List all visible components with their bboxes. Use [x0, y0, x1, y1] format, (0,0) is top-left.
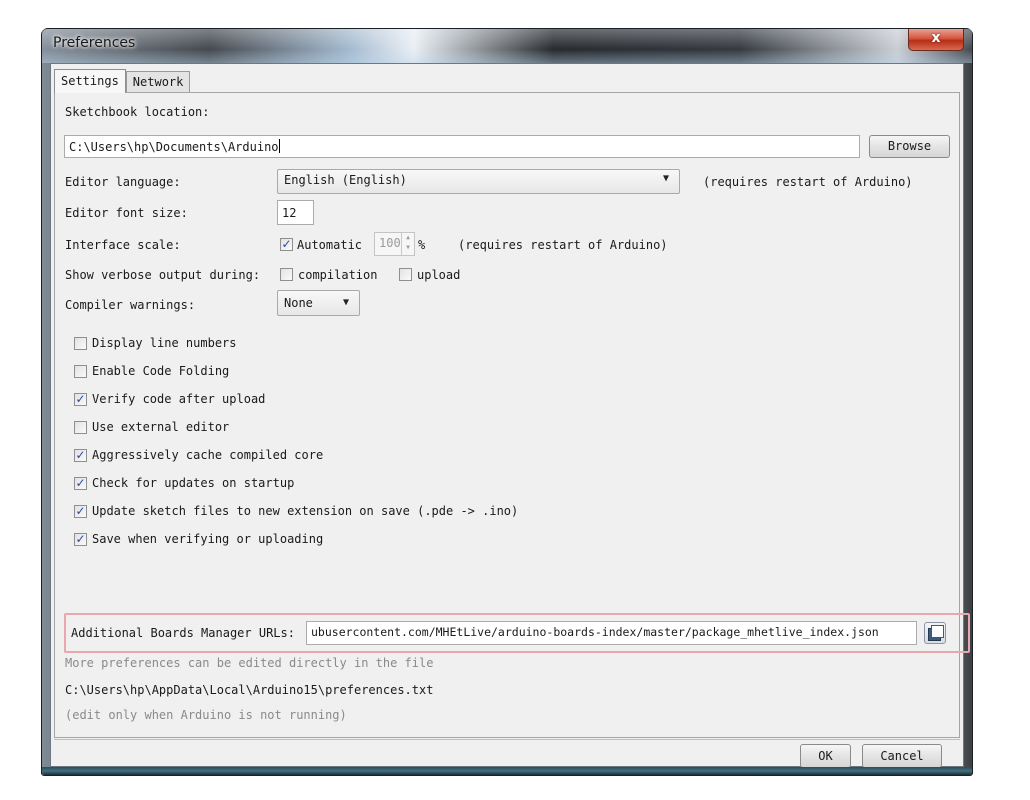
option-label: Check for updates on startup: [92, 476, 295, 490]
browse-button[interactable]: Browse: [869, 135, 950, 158]
interface-scale-label: Interface scale:: [65, 238, 181, 252]
option-label: Verify code after upload: [92, 392, 266, 406]
text-caret: [278, 139, 280, 153]
interface-scale-note: (requires restart of Arduino): [458, 238, 668, 252]
boards-manager-urls-input[interactable]: ubusercontent.com/MHEtLive/arduino-board…: [306, 621, 917, 645]
preferences-file-path: C:\Users\hp\AppData\Local\Arduino15\pref…: [65, 683, 434, 697]
verbose-compilation-label: compilation: [298, 268, 378, 282]
verbose-upload-label: upload: [417, 268, 461, 282]
option-label: Update sketch files to new extension on …: [92, 504, 519, 518]
interface-scale-automatic-label: Automatic: [297, 238, 363, 252]
close-icon: x: [931, 30, 941, 46]
compiler-warnings-select[interactable]: None ▼: [277, 290, 360, 316]
chevron-down-icon: ▼: [662, 173, 669, 184]
verbose-upload-checkbox[interactable]: [399, 268, 412, 281]
tab-bar: Settings Network: [54, 69, 191, 93]
separator: [54, 739, 960, 740]
option-checkbox[interactable]: [74, 337, 87, 350]
interface-scale-spinner[interactable]: 100 ▲ ▼: [374, 232, 415, 256]
option-label: Display line numbers: [92, 336, 237, 350]
window-title: Preferences: [53, 35, 136, 51]
option-checkbox[interactable]: [74, 393, 87, 406]
cancel-button[interactable]: Cancel: [862, 744, 942, 768]
interface-scale-unit: %: [418, 238, 426, 252]
editor-language-select[interactable]: English (English) ▼: [277, 169, 680, 194]
interface-scale-automatic-checkbox[interactable]: [280, 238, 293, 251]
tab-settings[interactable]: Settings: [54, 69, 126, 93]
compiler-warnings-value: None: [284, 296, 313, 310]
sketchbook-location-input[interactable]: C:\Users\hp\Documents\Arduino: [64, 135, 860, 158]
editor-language-value: English (English): [284, 173, 407, 187]
editor-font-size-label: Editor font size:: [65, 206, 188, 220]
spinner-arrows-icon[interactable]: ▲ ▼: [401, 233, 414, 255]
preferences-window: Preferences x Settings Network Sketchboo…: [41, 28, 973, 776]
sketchbook-location-value: C:\Users\hp\Documents\Arduino: [69, 140, 279, 154]
tab-network[interactable]: Network: [125, 71, 191, 92]
option-checkbox[interactable]: [74, 365, 87, 378]
option-checkbox[interactable]: [74, 533, 87, 546]
chevron-down-icon: ▼: [342, 297, 349, 308]
compiler-warnings-label: Compiler warnings:: [65, 298, 196, 312]
edit-urls-button[interactable]: [924, 622, 946, 644]
ok-button[interactable]: OK: [800, 744, 851, 768]
more-preferences-note: More preferences can be edited directly …: [65, 656, 434, 670]
interface-scale-value: 100: [379, 236, 401, 250]
settings-panel: Sketchbook location: C:\Users\hp\Documen…: [54, 92, 970, 738]
option-checkbox[interactable]: [74, 449, 87, 462]
editor-language-note: (requires restart of Arduino): [703, 175, 913, 189]
verbose-compilation-checkbox[interactable]: [280, 268, 293, 281]
editor-language-label: Editor language:: [65, 175, 181, 189]
option-label: Enable Code Folding: [92, 364, 230, 378]
option-checkbox[interactable]: [74, 505, 87, 518]
close-button[interactable]: x: [908, 29, 964, 51]
edit-only-note: (edit only when Arduino is not running): [65, 708, 347, 722]
option-checkbox[interactable]: [74, 421, 87, 434]
boards-manager-label: Additional Boards Manager URLs:: [71, 626, 295, 640]
dialog-client-area: Settings Network Sketchbook location: C:…: [50, 63, 970, 768]
option-checkbox[interactable]: [74, 477, 87, 490]
window-list-icon-front: [931, 625, 944, 638]
verbose-output-label: Show verbose output during:: [65, 268, 261, 282]
option-label: Aggressively cache compiled core: [92, 448, 324, 462]
title-bar[interactable]: Preferences x: [42, 29, 972, 63]
option-label: Save when verifying or uploading: [92, 532, 324, 546]
sketchbook-label: Sketchbook location:: [65, 105, 210, 119]
option-label: Use external editor: [92, 420, 230, 434]
editor-font-size-input[interactable]: 12: [277, 200, 314, 225]
